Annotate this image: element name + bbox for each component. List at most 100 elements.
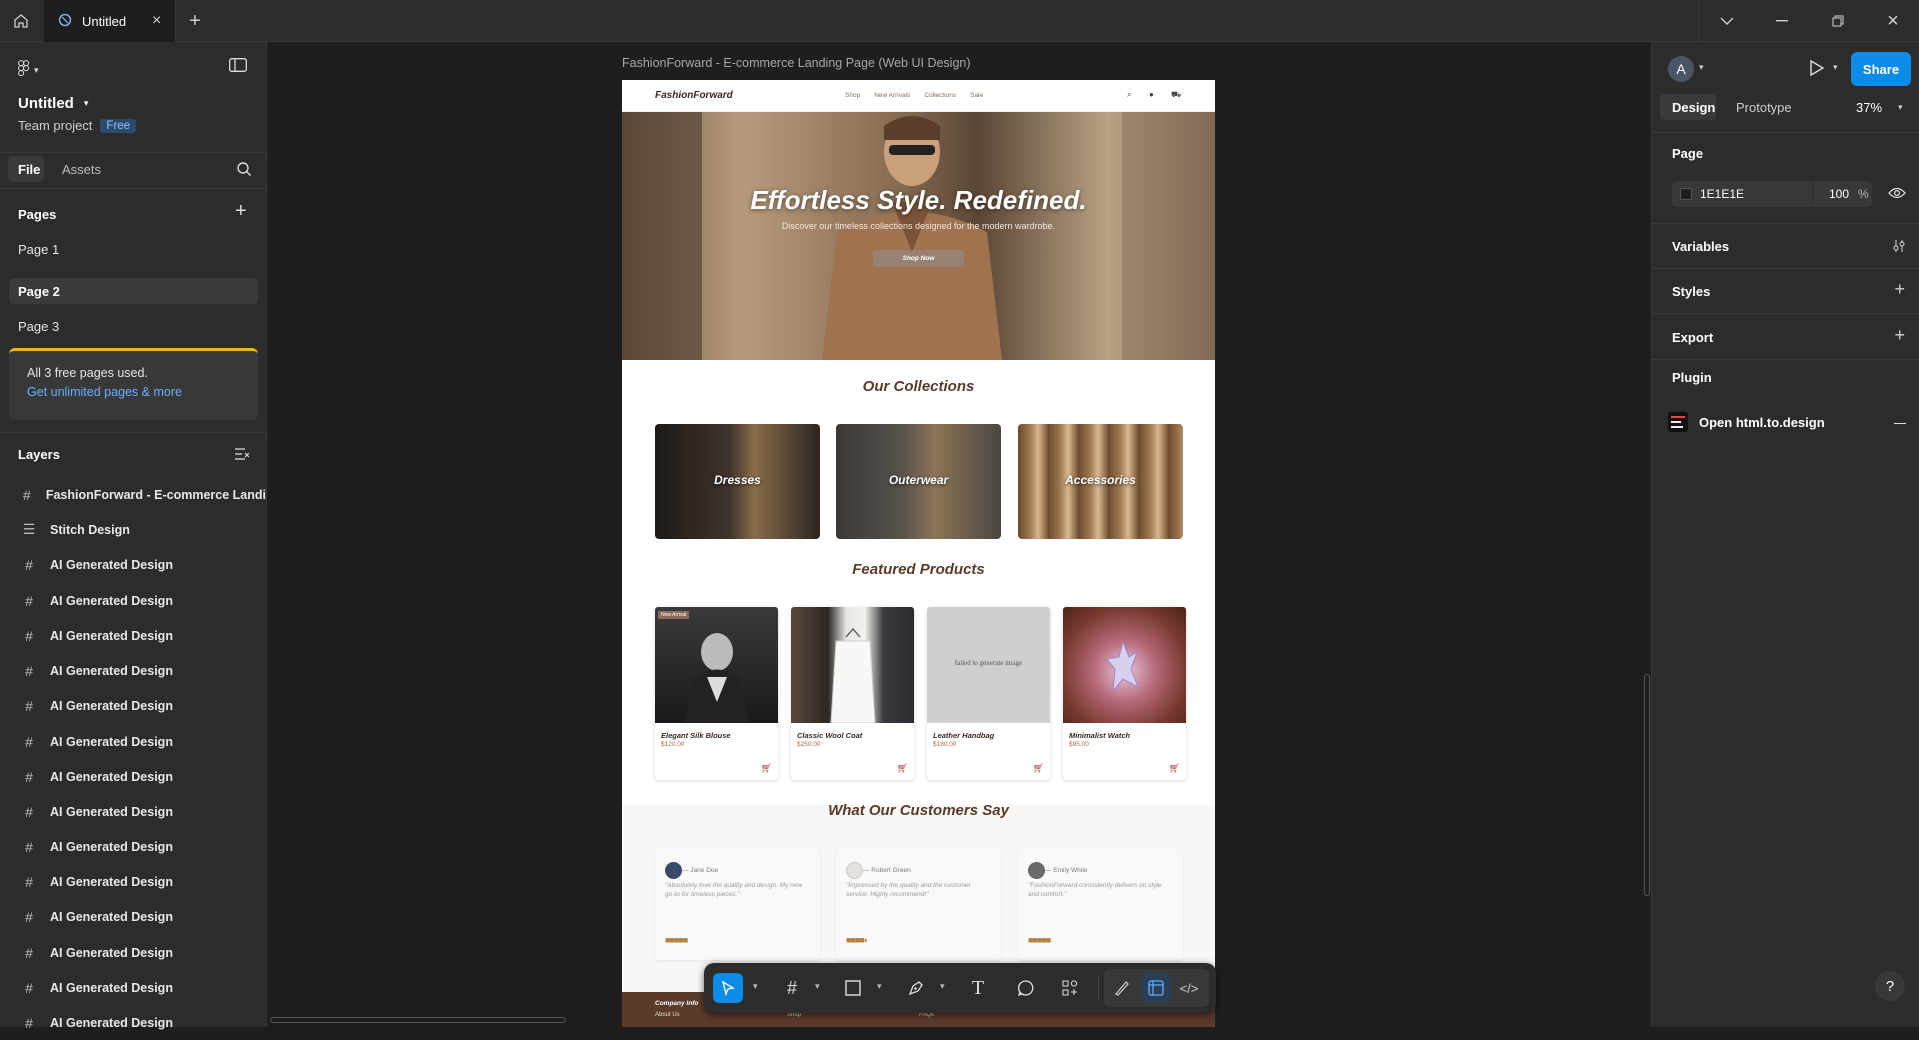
layer-item[interactable]: ☰ Stitch Design — [0, 512, 266, 547]
right-panel: A ▾ ▾ Share Design Prototype 37% ▾ Page … — [1651, 42, 1919, 1027]
tab-design[interactable]: Design — [1672, 100, 1715, 115]
product-card[interactable]: Classic Wool Coat $250.00 🛒︎ — [791, 607, 914, 780]
layer-item[interactable]: # AI Generated Design — [0, 935, 266, 970]
add-to-cart-icon[interactable]: 🛒︎ — [897, 763, 908, 774]
main-menu-button[interactable]: ▾ — [18, 60, 39, 81]
layer-item[interactable]: # AI Generated Design — [0, 794, 266, 829]
tab-prototype[interactable]: Prototype — [1736, 100, 1792, 115]
restore-icon[interactable] — [1827, 10, 1849, 32]
chevron-down-icon[interactable]: ▾ — [877, 981, 882, 992]
layer-item[interactable]: # AI Generated Design — [0, 759, 266, 794]
site-user-icon[interactable]: ● — [1149, 90, 1154, 99]
plugin-open-link[interactable]: Open html.to.design — [1699, 415, 1825, 430]
comment-tool-icon[interactable] — [1011, 973, 1041, 1003]
window-close-icon[interactable]: × — [1882, 10, 1904, 32]
remove-plugin-icon[interactable] — [1894, 423, 1906, 425]
page-color-field[interactable]: 1E1E1E 100 % — [1672, 181, 1872, 207]
share-button[interactable]: Share — [1851, 52, 1911, 86]
variables-settings-icon[interactable] — [1892, 239, 1906, 258]
add-to-cart-icon[interactable]: 🛒︎ — [761, 763, 772, 774]
rectangle-tool-icon[interactable] — [838, 973, 868, 1003]
tab-file[interactable]: File — [18, 162, 40, 177]
avatar[interactable]: A — [1668, 56, 1694, 82]
layer-item[interactable]: # FashionForward - E-commerce Landi — [0, 477, 266, 512]
collection-card-outerwear[interactable]: Outerwear — [836, 424, 1001, 539]
sidebar-toggle-icon[interactable] — [229, 58, 247, 77]
hero-shop-now-button[interactable]: Shop Now — [873, 250, 964, 267]
color-swatch[interactable] — [1680, 188, 1692, 200]
product-card[interactable]: failed to generate image Leather Handbag… — [927, 607, 1050, 780]
file-name-button[interactable]: Untitled ▾ — [18, 95, 88, 112]
site-nav-collections[interactable]: Collections — [924, 92, 956, 99]
design-mode-icon[interactable] — [1141, 973, 1171, 1003]
export-section-header[interactable]: Export — [1672, 330, 1713, 345]
home-icon[interactable] — [10, 10, 32, 32]
add-to-cart-icon[interactable]: 🛒︎ — [1033, 763, 1044, 774]
chevron-down-icon[interactable]: ▾ — [753, 981, 758, 992]
upgrade-link[interactable]: Get unlimited pages & more — [27, 385, 182, 399]
layer-item[interactable]: # AI Generated Design — [0, 583, 266, 618]
site-nav-new-arrivals[interactable]: New Arrivals — [874, 92, 910, 99]
vertical-scrollbar[interactable] — [1644, 674, 1650, 896]
page-color-hex[interactable]: 1E1E1E — [1700, 187, 1744, 201]
collection-card-dresses[interactable]: Dresses — [655, 424, 820, 539]
search-icon[interactable] — [236, 161, 252, 182]
present-play-icon[interactable] — [1809, 59, 1825, 82]
chevron-down-icon[interactable]: ▾ — [1699, 62, 1704, 73]
chevron-down-icon[interactable]: ▾ — [940, 981, 945, 992]
eye-icon[interactable] — [1888, 186, 1906, 205]
draw-mode-icon[interactable] — [1107, 973, 1137, 1003]
add-to-cart-icon[interactable]: 🛒︎ — [1169, 763, 1180, 774]
add-style-icon[interactable]: + — [1894, 279, 1905, 300]
minimize-icon[interactable] — [1771, 10, 1793, 32]
collection-card-accessories[interactable]: Accessories — [1018, 424, 1183, 539]
chevron-down-icon[interactable]: ▾ — [1898, 102, 1903, 113]
close-icon[interactable]: × — [152, 12, 161, 30]
text-tool-icon[interactable]: T — [963, 973, 993, 1003]
dev-mode-icon[interactable]: </> — [1174, 973, 1204, 1003]
landing-page-frame[interactable]: FashionForward Shop New Arrivals Collect… — [622, 80, 1215, 1027]
page-item-1[interactable]: Page 1 — [18, 242, 59, 257]
move-tool-icon[interactable] — [713, 973, 743, 1003]
plus-icon[interactable]: + — [184, 10, 206, 32]
site-search-icon[interactable]: ⌕ — [1127, 90, 1131, 100]
site-brand[interactable]: FashionForward — [655, 90, 733, 101]
add-page-icon[interactable]: + — [235, 200, 247, 223]
layer-item[interactable]: # AI Generated Design — [0, 970, 266, 1005]
frame-tool-icon[interactable]: # — [777, 973, 807, 1003]
tab-assets[interactable]: Assets — [62, 162, 101, 177]
add-export-icon[interactable]: + — [1894, 325, 1905, 346]
file-tab[interactable]: Untitled × — [44, 0, 176, 42]
product-card[interactable]: New Arrival Elegant Silk Blouse $120.00 … — [655, 607, 778, 780]
layer-item[interactable]: # AI Generated Design — [0, 724, 266, 759]
layer-item[interactable]: # AI Generated Design — [0, 1005, 266, 1040]
page-item-3[interactable]: Page 3 — [18, 319, 59, 334]
actions-tool-icon[interactable] — [1055, 973, 1085, 1003]
layer-item[interactable]: # AI Generated Design — [0, 653, 266, 688]
site-cart-icon[interactable]: ⛟ — [1171, 90, 1181, 100]
horizontal-scrollbar[interactable] — [270, 1017, 566, 1023]
layer-item[interactable]: # AI Generated Design — [0, 688, 266, 723]
chevron-down-icon[interactable]: ▾ — [1833, 62, 1838, 73]
product-card[interactable]: Minimalist Watch $95.00 🛒︎ — [1063, 607, 1186, 780]
help-button[interactable]: ? — [1875, 971, 1905, 1001]
footer-link[interactable]: About Us — [655, 1012, 680, 1018]
project-name[interactable]: Team project — [18, 118, 92, 133]
layer-item[interactable]: # AI Generated Design — [0, 864, 266, 899]
page-item-2[interactable]: Page 2 — [18, 284, 60, 299]
zoom-level[interactable]: 37% — [1856, 100, 1882, 115]
layer-item[interactable]: # AI Generated Design — [0, 899, 266, 934]
layer-item[interactable]: # AI Generated Design — [0, 547, 266, 582]
layers-filter-icon[interactable] — [235, 447, 250, 465]
frame-label[interactable]: FashionForward - E-commerce Landing Page… — [622, 56, 971, 70]
chevron-down-icon[interactable]: ▾ — [815, 981, 820, 992]
variables-section-header[interactable]: Variables — [1672, 239, 1729, 254]
page-color-opacity[interactable]: 100 — [1829, 187, 1849, 201]
styles-section-header[interactable]: Styles — [1672, 284, 1710, 299]
chevron-down-icon[interactable] — [1716, 10, 1738, 32]
pen-tool-icon[interactable] — [901, 973, 931, 1003]
site-nav-sale[interactable]: Sale — [970, 92, 983, 99]
layer-item[interactable]: # AI Generated Design — [0, 618, 266, 653]
site-nav-shop[interactable]: Shop — [845, 92, 860, 99]
layer-item[interactable]: # AI Generated Design — [0, 829, 266, 864]
